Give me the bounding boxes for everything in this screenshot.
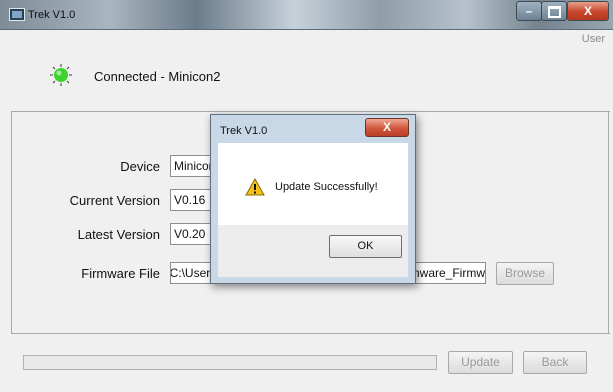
warning-icon [245,178,265,196]
firmware-file-label: Firmware File [81,266,160,281]
panel-divider-top [11,111,610,112]
ok-button[interactable]: OK [329,235,402,258]
window-title: Trek V1.0 [28,9,76,21]
update-progress-bar [23,355,437,370]
close-button[interactable]: X [567,1,609,21]
maximize-icon [547,6,561,18]
dialog-footer: OK [218,225,408,277]
dialog-close-button[interactable]: X [365,118,409,137]
device-label: Device [120,159,160,174]
app-icon [9,8,25,21]
dialog-title: Trek V1.0 [220,125,268,137]
title-bar: Trek V1.0 – X [0,0,613,30]
dialog-message: Update Successfully! [275,181,378,193]
update-result-dialog: Trek V1.0 X Update Successfully! OK [210,114,416,284]
dialog-body: Update Successfully! [218,143,408,225]
maximize-button[interactable] [541,1,567,21]
connection-status-icon [50,64,72,86]
latest-version-label: Latest Version [77,227,160,242]
connection-status-text: Connected - Minicon2 [94,69,221,84]
browse-button[interactable]: Browse [496,262,554,285]
minimize-button[interactable]: – [516,1,542,21]
back-button[interactable]: Back [523,351,587,374]
update-button[interactable]: Update [448,351,513,374]
user-link[interactable]: User [582,33,605,45]
panel-divider-bottom [11,333,610,334]
current-version-label: Current Version [69,193,160,208]
